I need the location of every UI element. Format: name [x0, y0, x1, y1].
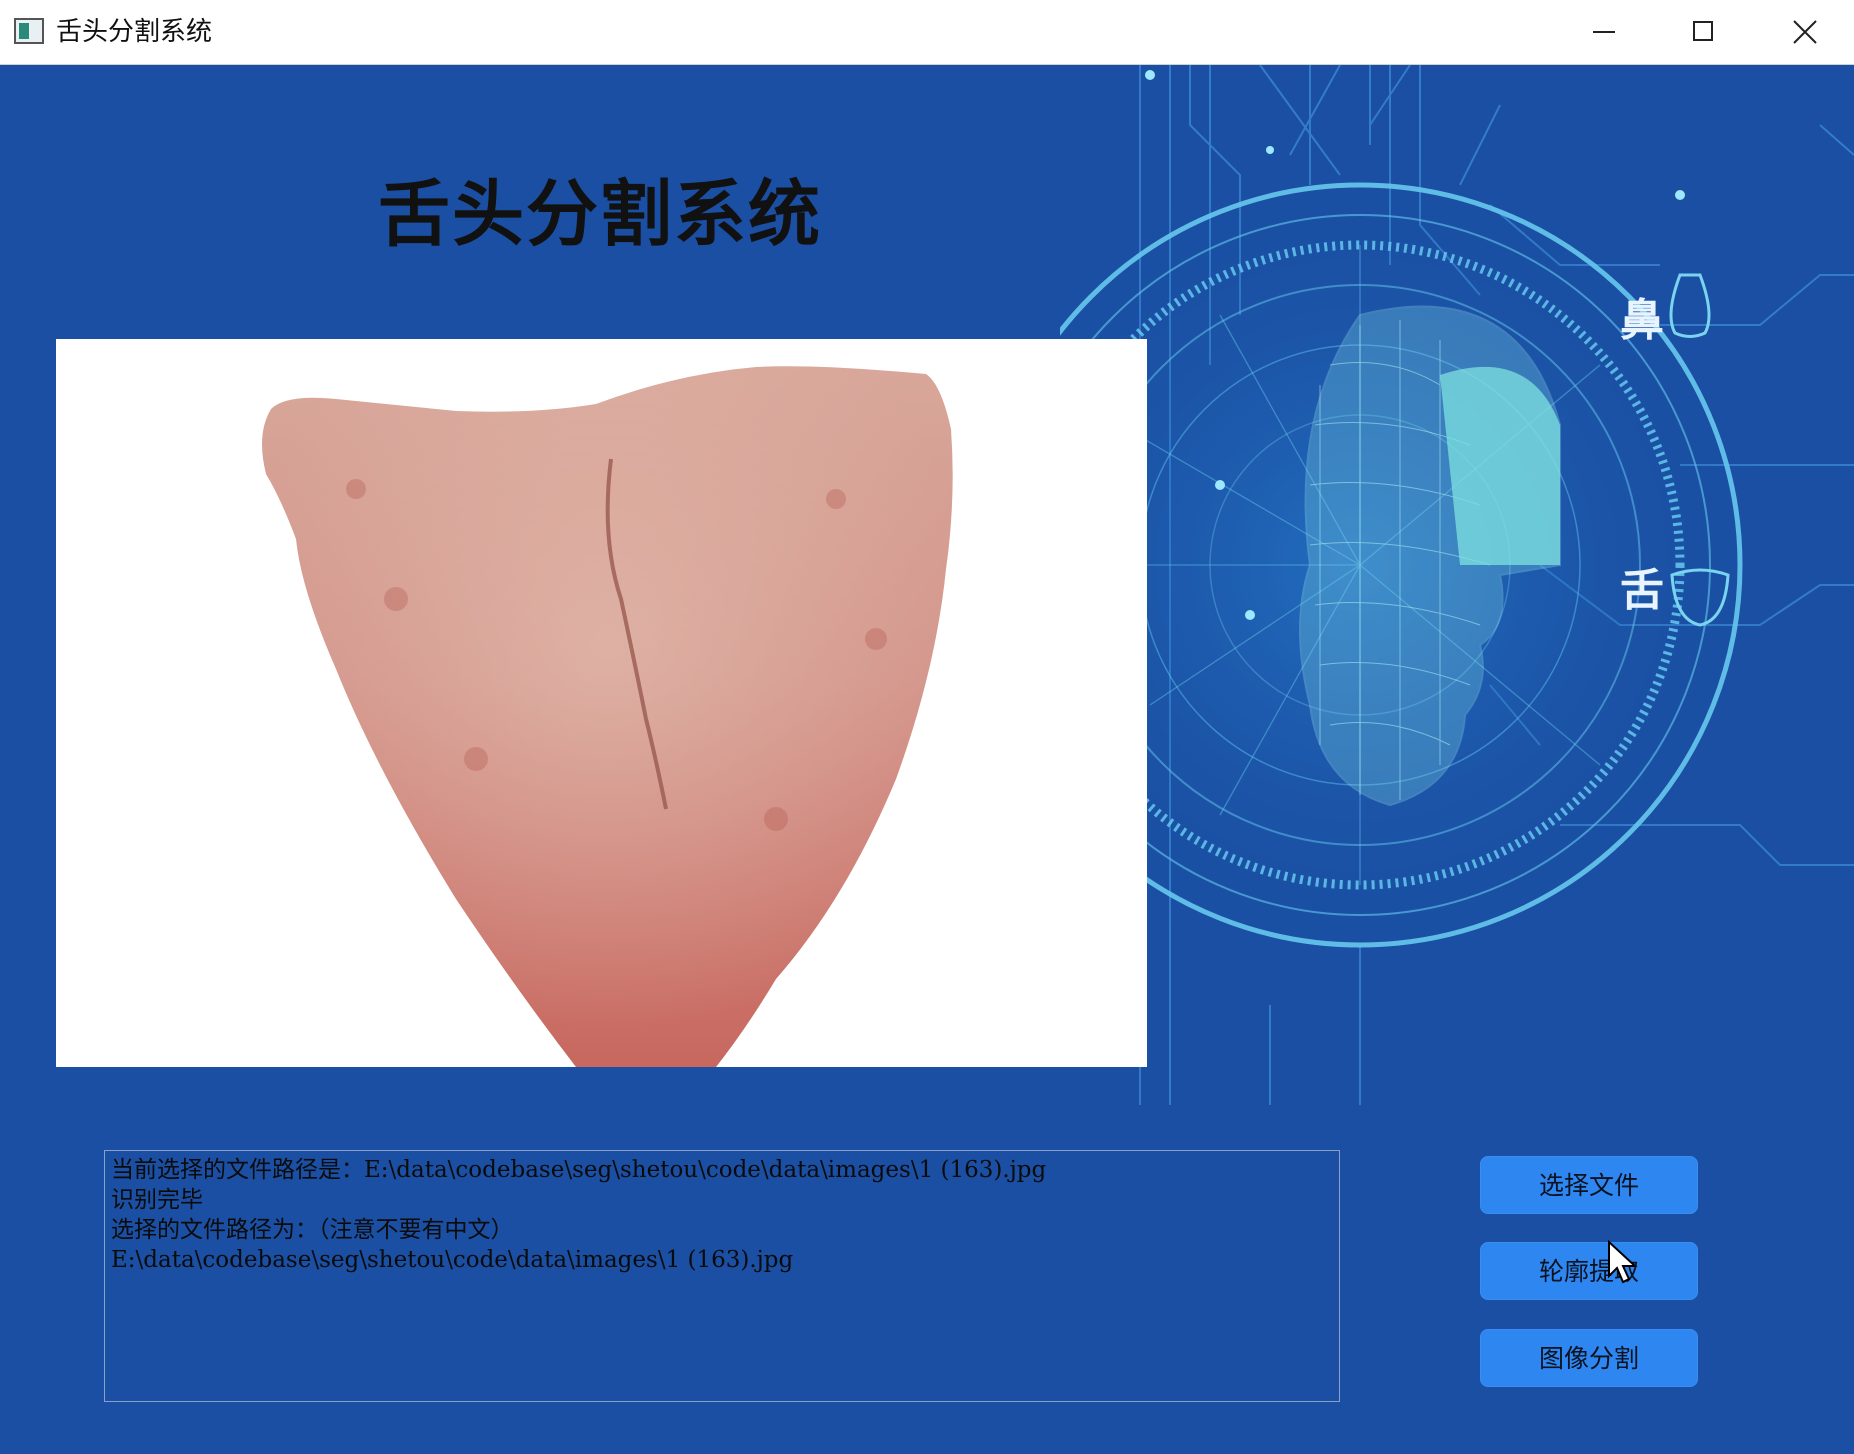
app-icon: [14, 18, 44, 44]
minimize-button[interactable]: [1555, 0, 1655, 64]
image-segment-button[interactable]: 图像分割: [1480, 1329, 1698, 1387]
log-output[interactable]: 当前选择的文件路径是：E:\data\codebase\seg\shetou\c…: [104, 1150, 1340, 1402]
page-title: 舌头分割系统: [377, 172, 822, 256]
log-line: 选择的文件路径为：（注意不要有中文）: [111, 1217, 514, 1243]
maximize-button[interactable]: [1655, 0, 1755, 64]
tongue-label: 舌: [1620, 565, 1664, 616]
close-button[interactable]: [1755, 0, 1854, 64]
window-title: 舌头分割系统: [56, 17, 213, 47]
contour-extract-button[interactable]: 轮廓提取: [1480, 1242, 1698, 1300]
close-icon: [1793, 20, 1817, 44]
tongue-image: [262, 366, 953, 1067]
tech-face-background: 鼻 舌: [1060, 65, 1854, 1105]
log-line: 当前选择的文件路径是：E:\data\codebase\seg\shetou\c…: [111, 1157, 1047, 1183]
log-line: E:\data\codebase\seg\shetou\code\data\im…: [111, 1247, 794, 1273]
nose-label: 鼻: [1620, 295, 1664, 346]
tongue-image-panel: [56, 339, 1147, 1067]
window-titlebar: 舌头分割系统: [0, 0, 1854, 65]
main-window: 鼻 舌 舌头分割系统 当前选择的文件路径是：E:\data\codebase\s…: [0, 65, 1854, 1454]
mouse-cursor-icon: [1608, 1240, 1638, 1284]
log-line: 识别完毕: [111, 1187, 203, 1213]
select-file-button[interactable]: 选择文件: [1480, 1156, 1698, 1214]
